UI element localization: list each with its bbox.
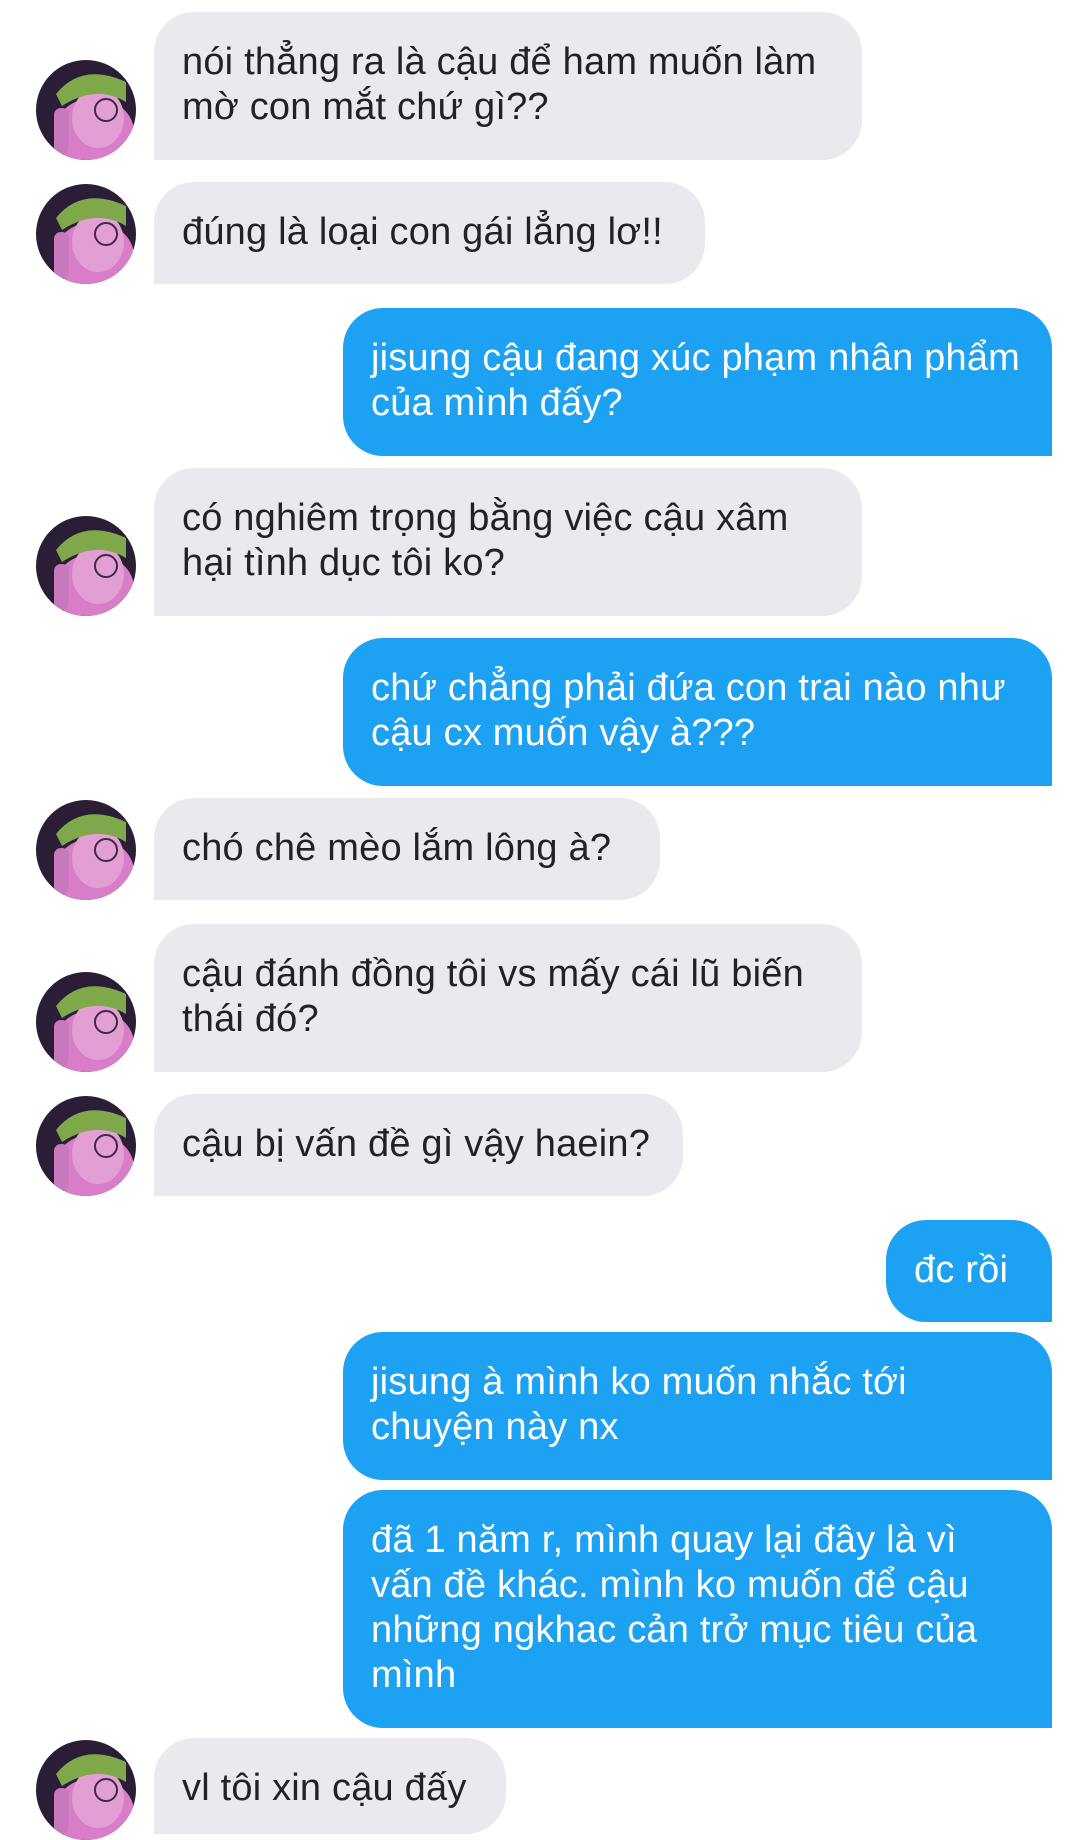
contact-avatar[interactable] — [36, 184, 136, 284]
message-row: jisung cậu đang xúc phạm nhân phẩm của m… — [0, 308, 1080, 456]
outgoing-message-bubble[interactable]: đc rồi — [886, 1220, 1052, 1322]
incoming-message-bubble[interactable]: nói thẳng ra là cậu để ham muốn làm mờ c… — [154, 12, 862, 160]
message-row: chứ chẳng phải đứa con trai nào như cậu … — [0, 638, 1080, 786]
outgoing-message-bubble[interactable]: jisung cậu đang xúc phạm nhân phẩm của m… — [343, 308, 1052, 456]
avatar-icon — [36, 60, 136, 160]
incoming-message-bubble[interactable]: vl tôi xin cậu đấy — [154, 1738, 506, 1834]
contact-avatar[interactable] — [36, 1740, 136, 1840]
avatar-icon — [36, 972, 136, 1072]
incoming-message-bubble[interactable]: cậu đánh đồng tôi vs mấy cái lũ biến thá… — [154, 924, 862, 1072]
avatar-icon — [36, 800, 136, 900]
message-row: cậu đánh đồng tôi vs mấy cái lũ biến thá… — [0, 924, 1080, 1072]
message-row: jisung à mình ko muốn nhắc tới chuyện nà… — [0, 1332, 1080, 1480]
message-row: cậu bị vấn đề gì vậy haein? — [0, 1094, 1080, 1196]
message-row: vl tôi xin cậu đấy — [0, 1738, 1080, 1840]
contact-avatar[interactable] — [36, 1096, 136, 1196]
contact-avatar[interactable] — [36, 972, 136, 1072]
message-thread: nói thẳng ra là cậu để ham muốn làm mờ c… — [0, 0, 1080, 1840]
avatar-icon — [36, 184, 136, 284]
message-row: đã 1 năm r, mình quay lại đây là vì vấn … — [0, 1490, 1080, 1728]
incoming-message-bubble[interactable]: đúng là loại con gái lẳng lơ!! — [154, 182, 705, 284]
message-row: đúng là loại con gái lẳng lơ!! — [0, 182, 1080, 284]
contact-avatar[interactable] — [36, 800, 136, 900]
incoming-message-bubble[interactable]: cậu bị vấn đề gì vậy haein? — [154, 1094, 683, 1196]
outgoing-message-bubble[interactable]: chứ chẳng phải đứa con trai nào như cậu … — [343, 638, 1052, 786]
outgoing-message-bubble[interactable]: đã 1 năm r, mình quay lại đây là vì vấn … — [343, 1490, 1052, 1728]
avatar-icon — [36, 516, 136, 616]
message-row: đc rồi — [0, 1220, 1080, 1322]
outgoing-message-bubble[interactable]: jisung à mình ko muốn nhắc tới chuyện nà… — [343, 1332, 1052, 1480]
message-row: nói thẳng ra là cậu để ham muốn làm mờ c… — [0, 12, 1080, 160]
avatar-icon — [36, 1096, 136, 1196]
avatar-icon — [36, 1740, 136, 1840]
incoming-message-bubble[interactable]: có nghiêm trọng bằng việc cậu xâm hại tì… — [154, 468, 862, 616]
message-row: có nghiêm trọng bằng việc cậu xâm hại tì… — [0, 468, 1080, 616]
contact-avatar[interactable] — [36, 516, 136, 616]
message-row: chó chê mèo lắm lông à? — [0, 798, 1080, 900]
incoming-message-bubble[interactable]: chó chê mèo lắm lông à? — [154, 798, 660, 900]
contact-avatar[interactable] — [36, 60, 136, 160]
